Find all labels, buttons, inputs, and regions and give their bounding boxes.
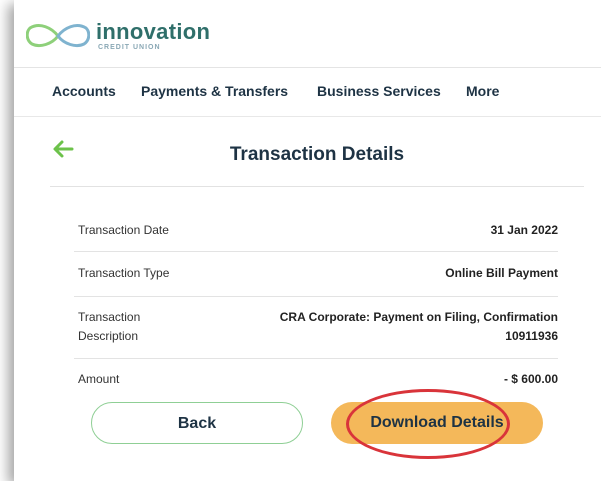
page-header: Transaction Details: [50, 130, 584, 187]
detail-value: 31 Jan 2022: [490, 223, 558, 237]
back-button[interactable]: Back: [91, 402, 303, 444]
detail-label: Amount: [78, 372, 120, 386]
detail-value: 10911936: [505, 329, 558, 343]
detail-row-date: Transaction Date 31 Jan 2022: [74, 210, 558, 252]
nav-item-more[interactable]: More: [466, 83, 499, 99]
brand-subtitle: CREDIT UNION: [98, 44, 161, 51]
download-details-button[interactable]: Download Details: [331, 402, 543, 444]
detail-row-type: Transaction Type Online Bill Payment: [74, 252, 558, 297]
detail-row-amount: Amount - $ 600.00: [74, 359, 558, 393]
app-window: innovation CREDIT UNION Accounts Payment…: [14, 0, 601, 481]
nav-item-business-services[interactable]: Business Services: [317, 83, 441, 99]
page-title: Transaction Details: [229, 144, 405, 165]
header: innovation CREDIT UNION: [14, 0, 601, 68]
main-nav: Accounts Payments & Transfers Business S…: [14, 68, 601, 117]
nav-item-payments-transfers[interactable]: Payments & Transfers: [141, 83, 288, 99]
detail-label: Description: [78, 329, 139, 343]
detail-value: CRA Corporate: Payment on Filing, Confir…: [279, 310, 558, 324]
detail-label: Transaction Type: [78, 266, 170, 280]
nav-item-accounts[interactable]: Accounts: [52, 83, 116, 99]
brand-name: innovation: [96, 19, 211, 44]
detail-value: - $ 600.00: [503, 372, 558, 386]
detail-value: Online Bill Payment: [445, 266, 558, 280]
detail-row-description: Transaction Description CRA Corporate: P…: [74, 297, 558, 359]
detail-label: Transaction Date: [78, 223, 169, 237]
detail-label: Transaction: [78, 310, 141, 324]
butterfly-logo-icon: [26, 24, 90, 48]
